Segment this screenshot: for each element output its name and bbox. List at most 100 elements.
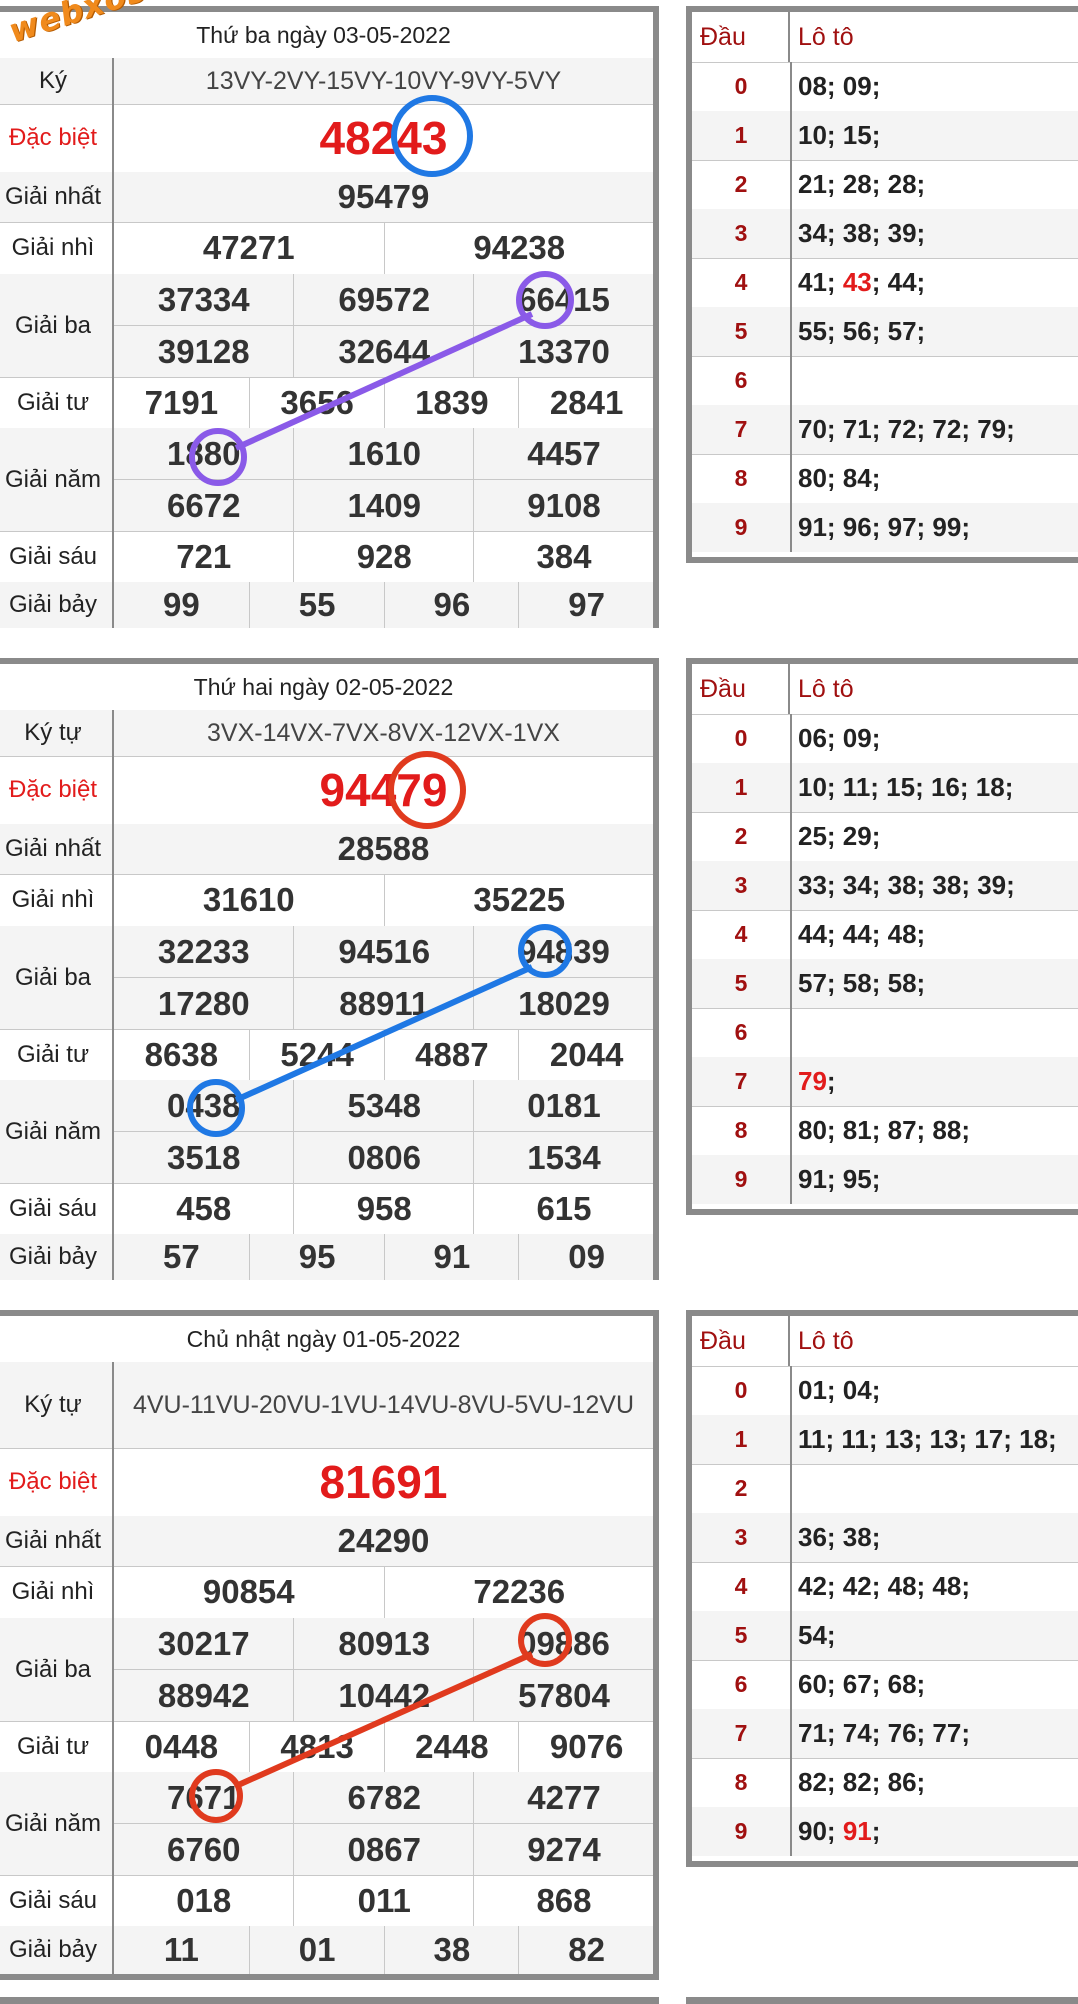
g6-label: Giải sáu bbox=[0, 531, 114, 582]
g3-value: 32233 bbox=[157, 932, 250, 970]
kytu-row: Ký tự 3VX-14VX-7VX-8VX-12VX-1VX bbox=[0, 710, 653, 757]
g3-row: Giải ba 37334 69572 66415 39128 32644 13… bbox=[0, 274, 653, 378]
g3-label: Giải ba bbox=[0, 274, 114, 377]
dau-header: Đầu bbox=[692, 12, 790, 62]
g1-label: Giải nhất bbox=[0, 172, 114, 222]
g2-value: 47271 bbox=[202, 229, 295, 266]
g2-row: Giải nhì 31610 35225 bbox=[0, 874, 653, 927]
special-label: Đặc biệt bbox=[0, 104, 114, 172]
loto-header-label: Lô tô bbox=[798, 22, 854, 51]
loto-values bbox=[798, 1464, 1078, 1513]
g5-value: 0867 bbox=[293, 1824, 473, 1875]
loto-row: 7 70; 71; 72; 72; 79; bbox=[692, 405, 1078, 455]
loto-dau: 1 bbox=[692, 111, 792, 160]
loto-values: 70; 71; 72; 72; 79; bbox=[798, 414, 1015, 444]
g7-row: Giải bảy 57 95 91 09 bbox=[0, 1234, 653, 1280]
loto-row: 9 90; 91; bbox=[692, 1807, 1078, 1856]
loto-dau: 7 bbox=[692, 1057, 792, 1106]
special-label: Đặc biệt bbox=[0, 1448, 114, 1516]
loto-row: 4 44; 44; 48; bbox=[692, 910, 1078, 960]
g4-value: 8638 bbox=[144, 1035, 219, 1073]
loto-dau: 9 bbox=[692, 503, 792, 552]
loto-values: 44; 44; 48; bbox=[798, 919, 926, 949]
g3-value: 57804 bbox=[472, 1670, 654, 1721]
g4-value: 2448 bbox=[383, 1721, 520, 1772]
loto-row: 1 10; 11; 15; 16; 18; bbox=[692, 763, 1078, 813]
kytu-value: 4VU-11VU-20VU-1VU-14VU-8VU-5VU-12VU bbox=[132, 1391, 635, 1419]
g5-value: 1409 bbox=[293, 480, 473, 531]
loto-row: 8 80; 84; bbox=[692, 454, 1078, 504]
loto-dau: 8 bbox=[692, 454, 792, 503]
loto-header: Đầu Lô tô bbox=[692, 12, 1078, 63]
g4-label: Giải tư bbox=[0, 1029, 114, 1080]
g2-label: Giải nhì bbox=[0, 222, 114, 274]
g5-value: 0181 bbox=[472, 1080, 654, 1131]
kytu-label: Ký tự bbox=[0, 1362, 114, 1448]
g4-value: 5244 bbox=[248, 1029, 385, 1080]
loto-row: 8 80; 81; 87; 88; bbox=[692, 1106, 1078, 1156]
g3-label: Giải ba bbox=[0, 1618, 114, 1721]
loto-dau: 4 bbox=[692, 258, 792, 307]
g7-value: 09 bbox=[518, 1234, 654, 1280]
loto-dau: 0 bbox=[692, 62, 792, 111]
loto-row: 7 71; 74; 76; 77; bbox=[692, 1709, 1078, 1759]
loto-dau: 3 bbox=[692, 209, 792, 258]
g4-label: Giải tư bbox=[0, 377, 114, 428]
g7-value: 82 bbox=[518, 1926, 654, 1974]
g3-value: 94516 bbox=[293, 926, 473, 977]
g5-value: 6672 bbox=[167, 486, 241, 524]
loto-header-label: Lô tô bbox=[798, 674, 854, 703]
g5-value: 9274 bbox=[472, 1824, 654, 1875]
g6-value: 018 bbox=[176, 1881, 232, 1919]
loto-values bbox=[798, 1008, 1078, 1057]
loto-dau: 6 bbox=[692, 356, 792, 405]
special-row: Đặc biệt 48243 bbox=[0, 104, 653, 173]
g1-label: Giải nhất bbox=[0, 824, 114, 874]
loto-values: 90; 91; bbox=[798, 1816, 881, 1846]
loto-values: 82; 82; 86; bbox=[798, 1767, 926, 1797]
g7-row: Giải bảy 99 55 96 97 bbox=[0, 582, 653, 628]
g7-value: 91 bbox=[383, 1234, 520, 1280]
g5-value: 4457 bbox=[472, 428, 654, 479]
g2-label: Giải nhì bbox=[0, 874, 114, 926]
loto-dau: 3 bbox=[692, 1513, 792, 1562]
g5-value: 9108 bbox=[472, 480, 654, 531]
loto-row: 2 bbox=[692, 1464, 1078, 1514]
loto-header: Đầu Lô tô bbox=[692, 1316, 1078, 1367]
loto-row: 7 79; bbox=[692, 1057, 1078, 1107]
g3-value: 32644 bbox=[293, 326, 473, 377]
g3-value: 94839 bbox=[472, 926, 654, 977]
next-loto-border bbox=[686, 1997, 1078, 2004]
kytu-value: 3VX-14VX-7VX-8VX-12VX-1VX bbox=[207, 719, 560, 747]
loto-dau: 5 bbox=[692, 959, 792, 1008]
g7-value: 99 bbox=[163, 586, 200, 623]
special-prize: 81691 bbox=[319, 1456, 448, 1508]
kytu-value: 13VY-2VY-15VY-10VY-9VY-5VY bbox=[205, 67, 562, 95]
loto-row: 4 42; 42; 48; 48; bbox=[692, 1562, 1078, 1612]
g5-value: 5348 bbox=[293, 1080, 473, 1131]
loto-values: 41; 43; 44; bbox=[798, 267, 926, 297]
g4-value: 9076 bbox=[518, 1721, 654, 1772]
g1-row: Giải nhất 95479 bbox=[0, 172, 653, 223]
loto-header-label: Lô tô bbox=[798, 1326, 854, 1355]
g6-value: 868 bbox=[472, 1875, 654, 1926]
loto-dau: 3 bbox=[692, 861, 792, 910]
g3-value: 10442 bbox=[293, 1670, 473, 1721]
g3-value: 13370 bbox=[472, 326, 654, 377]
g5-row: Giải năm 1880 1610 4457 6672 1409 9108 bbox=[0, 428, 653, 532]
loto-values: 01; 04; bbox=[798, 1375, 881, 1405]
g7-value: 57 bbox=[163, 1238, 200, 1275]
loto-row: 3 34; 38; 39; bbox=[692, 209, 1078, 259]
loto-dau: 4 bbox=[692, 910, 792, 959]
results-table-1: Thứ ba ngày 03-05-2022 Ký 13VY-2VY-15VY-… bbox=[0, 6, 659, 628]
loto-dau: 0 bbox=[692, 1366, 792, 1415]
kytu-label: Ký tự bbox=[0, 710, 114, 756]
g7-label: Giải bảy bbox=[0, 1234, 114, 1280]
loto-row: 0 06; 09; bbox=[692, 714, 1078, 764]
loto-values: 80; 81; 87; 88; bbox=[798, 1115, 970, 1145]
g6-value: 384 bbox=[472, 531, 654, 582]
loto-highlight: 79 bbox=[798, 1066, 827, 1096]
loto-row: 9 91; 95; bbox=[692, 1155, 1078, 1204]
results-table-2: Thứ hai ngày 02-05-2022 Ký tự 3VX-14VX-7… bbox=[0, 658, 659, 1280]
g5-label: Giải năm bbox=[0, 1080, 114, 1183]
